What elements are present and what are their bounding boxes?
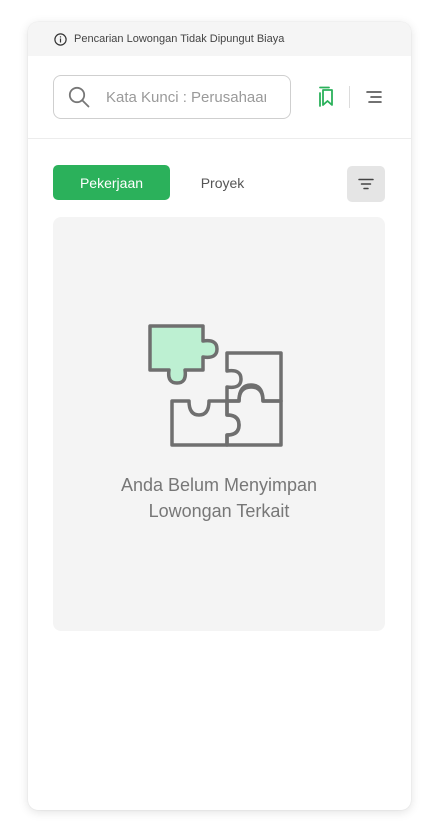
- search-input[interactable]: [106, 88, 266, 106]
- toolbar-divider: [349, 86, 350, 108]
- search-icon: [68, 86, 90, 108]
- notice-text: Pencarian Lowongan Tidak Dipungut Biaya: [74, 33, 285, 45]
- search-box[interactable]: [53, 75, 291, 119]
- empty-state-line-2: Lowongan Terkait: [148, 501, 290, 521]
- empty-state-line-1: Anda Belum Menyimpan: [120, 475, 318, 495]
- tab-proyek[interactable]: Proyek: [175, 165, 270, 200]
- search-row: [28, 56, 411, 139]
- info-icon: [54, 32, 67, 46]
- notice-bar: Pencarian Lowongan Tidak Dipungut Biaya: [28, 22, 411, 56]
- puzzle-icon: [147, 323, 287, 453]
- empty-state-message: Anda Belum Menyimpan Lowongan Terkait: [53, 472, 385, 524]
- saved-jobs-card: Pencarian Lowongan Tidak Dipungut Biaya: [28, 22, 411, 810]
- empty-state-panel: Anda Belum Menyimpan Lowongan Terkait: [53, 217, 385, 631]
- tab-pekerjaan[interactable]: Pekerjaan: [53, 165, 170, 200]
- filter-icon: [358, 178, 374, 190]
- filter-button[interactable]: [347, 166, 385, 202]
- bookmark-icon[interactable]: [317, 86, 337, 108]
- tabs-row: Pekerjaan Proyek: [28, 139, 411, 203]
- menu-icon[interactable]: [365, 90, 383, 104]
